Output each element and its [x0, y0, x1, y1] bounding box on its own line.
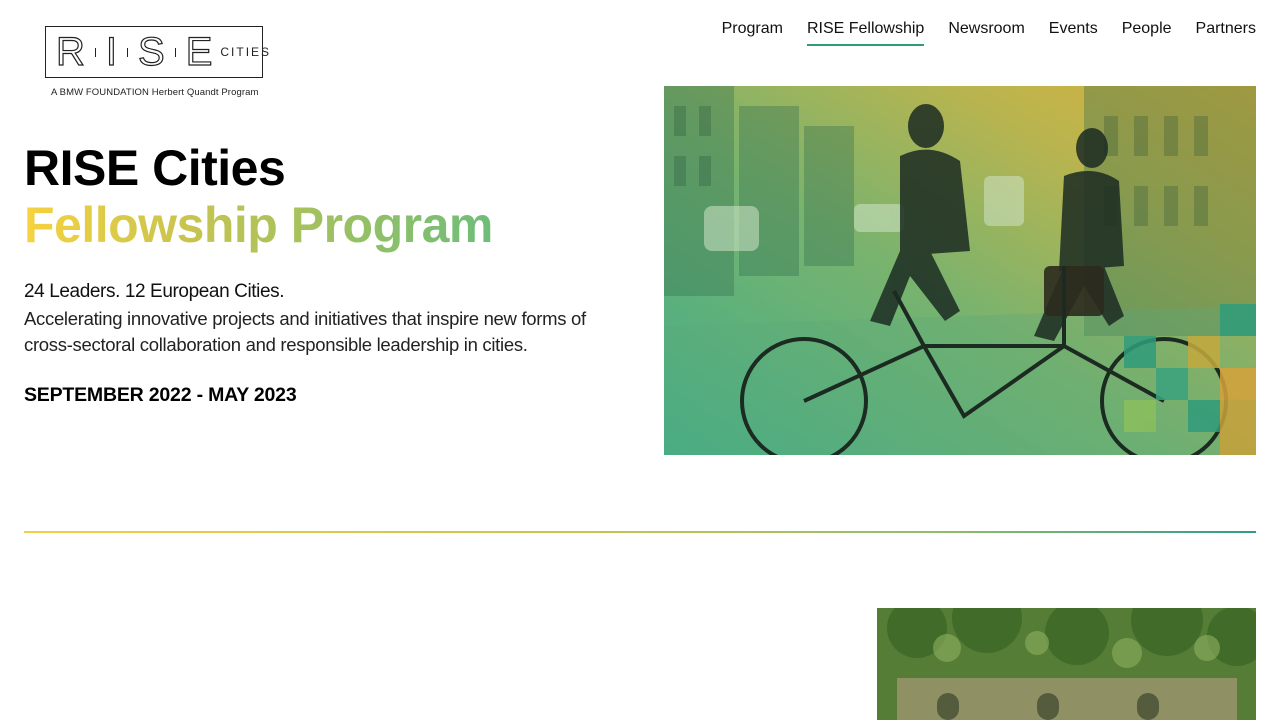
site-logo[interactable]: R I S E CITIES A BMW FOUNDATION Herbert …: [45, 26, 269, 98]
nav-item-events[interactable]: Events: [1049, 18, 1098, 46]
nav-item-program[interactable]: Program: [722, 18, 783, 46]
trees-illustration: [877, 608, 1256, 720]
logo-separator: [94, 47, 96, 57]
hero-image-tandem-bicycle: [664, 86, 1256, 455]
main-nav: Program RISE Fellowship Newsroom Events …: [698, 18, 1256, 46]
logo-letter-e: E: [185, 30, 213, 74]
hero-tagline: 24 Leaders. 12 European Cities.: [24, 281, 285, 302]
nav-item-people[interactable]: People: [1122, 18, 1172, 46]
hero-illustration: [664, 86, 1256, 455]
nav-item-newsroom[interactable]: Newsroom: [948, 18, 1024, 46]
logo-separator: [127, 47, 129, 57]
logo-letter-r: R: [55, 30, 85, 74]
nav-item-partners[interactable]: Partners: [1196, 18, 1256, 46]
nav-item-rise-fellowship[interactable]: RISE Fellowship: [806, 18, 925, 46]
logo-cities-text: CITIES: [220, 45, 272, 59]
program-dates: SEPTEMBER 2022 - MAY 2023: [24, 384, 297, 406]
section-divider: [24, 531, 1256, 533]
logo-subtitle: A BMW FOUNDATION Herbert Quandt Program: [51, 87, 259, 98]
section-image-trees: [877, 608, 1256, 720]
hero-description: Accelerating innovative projects and ini…: [24, 308, 586, 355]
logo-wordmark: R I S E CITIES: [55, 30, 272, 74]
logo-letter-i: I: [105, 30, 118, 74]
page-title: RISE Cities Fellowship Program: [24, 140, 493, 254]
logo-letter-s: S: [137, 30, 165, 74]
title-line-2: Fellowship Program: [24, 197, 493, 253]
title-line-1: RISE Cities: [24, 140, 286, 196]
logo-separator: [174, 47, 176, 57]
logo-box: R I S E CITIES: [45, 26, 269, 78]
